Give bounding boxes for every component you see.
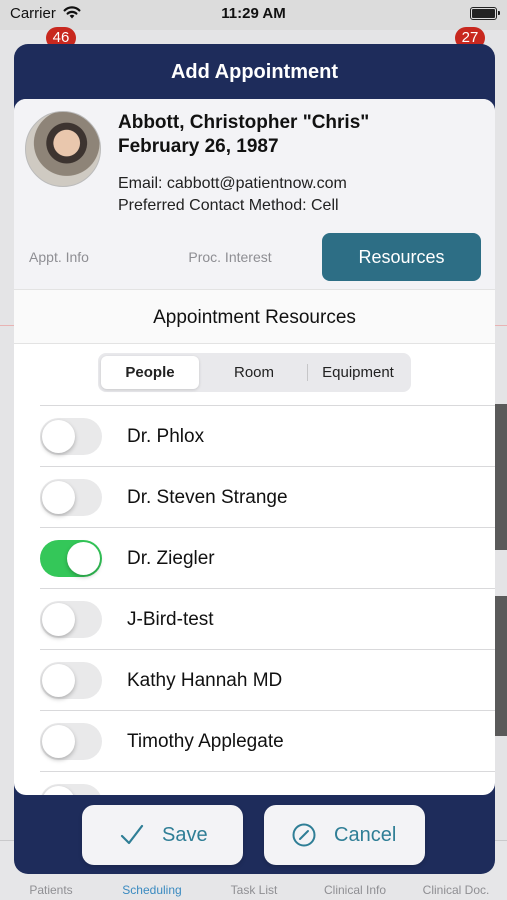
resource-name: Dr. Ziegler: [127, 548, 215, 569]
checkmark-icon: [120, 824, 144, 845]
patient-contact-method: Preferred Contact Method: Cell: [118, 197, 339, 214]
list-item: Timothy Applegate: [40, 710, 495, 771]
list-item: Dr. Steven Strange: [40, 466, 495, 527]
resource-type-segmented-control: People Room Equipment: [98, 353, 411, 392]
resource-toggle[interactable]: [40, 784, 102, 795]
tab-appt-info[interactable]: Appt. Info: [14, 233, 104, 281]
segment-room[interactable]: Room: [202, 356, 306, 389]
calendar-event-block: [493, 626, 507, 736]
patient-email: Email: cabbott@patientnow.com: [118, 175, 347, 192]
appointment-card: Abbott, Christopher "Chris" February 26,…: [14, 99, 495, 795]
resource-name: Dr. Steven Strange: [127, 487, 288, 508]
resource-name: Kathy Hannah MD: [127, 670, 283, 691]
tab-proc-interest[interactable]: Proc. Interest: [164, 233, 296, 281]
resource-toggle[interactable]: [40, 479, 102, 516]
resource-toggle[interactable]: [40, 418, 102, 455]
toggle-knob: [42, 603, 75, 636]
toggle-knob: [42, 725, 75, 758]
cancel-label: Cancel: [334, 824, 397, 846]
segment-people[interactable]: People: [101, 356, 199, 389]
tab-clinical-info[interactable]: Clinical Info: [305, 883, 405, 897]
modal-title: Add Appointment: [170, 61, 338, 83]
resource-name: Dr. Phlox: [127, 426, 205, 447]
cancel-button[interactable]: Cancel: [264, 805, 425, 865]
list-item: J-Bird-test: [40, 588, 495, 649]
toggle-knob: [42, 481, 75, 514]
patient-dob: February 26, 1987: [118, 136, 279, 157]
battery-icon: [470, 7, 500, 20]
tab-scheduling[interactable]: Scheduling: [102, 883, 202, 897]
resource-toggle[interactable]: [40, 540, 102, 577]
clock: 11:29 AM: [221, 5, 286, 22]
section-header: Appointment Resources: [14, 289, 495, 344]
segment-equipment[interactable]: Equipment: [308, 356, 408, 389]
tab-resources[interactable]: Resources: [322, 233, 481, 281]
resource-name: Timothy Applegate: [127, 731, 284, 752]
toggle-knob: [42, 664, 75, 697]
resource-toggle[interactable]: [40, 723, 102, 760]
list-item: Kathy Hannah MD: [40, 649, 495, 710]
save-button[interactable]: Save: [82, 805, 243, 865]
status-bar: Carrier 11:29 AM: [0, 0, 507, 30]
patient-name: Abbott, Christopher "Chris": [118, 112, 370, 133]
calendar-event-block: [493, 596, 507, 626]
toggle-knob: [42, 420, 75, 453]
resource-list: Dr. Phlox Dr. Steven Strange Dr. Ziegler…: [40, 405, 495, 795]
resource-toggle[interactable]: [40, 662, 102, 699]
calendar-event-block: [493, 404, 507, 550]
save-label: Save: [162, 824, 208, 846]
list-item-partial: [40, 771, 495, 795]
resource-name: J-Bird-test: [127, 609, 214, 630]
toggle-knob: [67, 542, 100, 575]
tab-patients[interactable]: Patients: [1, 883, 101, 897]
add-appointment-modal: Add Appointment Abbott, Christopher "Chr…: [14, 44, 495, 874]
section-title: Appointment Resources: [153, 307, 356, 328]
appointment-tabs: Appt. Info Proc. Interest Resources: [14, 233, 495, 281]
toggle-knob: [42, 786, 75, 795]
list-item: Dr. Phlox: [40, 405, 495, 466]
list-item: Dr. Ziegler: [40, 527, 495, 588]
tab-clinical-doc[interactable]: Clinical Doc.: [406, 883, 506, 897]
avatar: [25, 111, 101, 187]
tab-task-list[interactable]: Task List: [204, 883, 304, 897]
cancel-icon: [292, 823, 316, 847]
resource-toggle[interactable]: [40, 601, 102, 638]
